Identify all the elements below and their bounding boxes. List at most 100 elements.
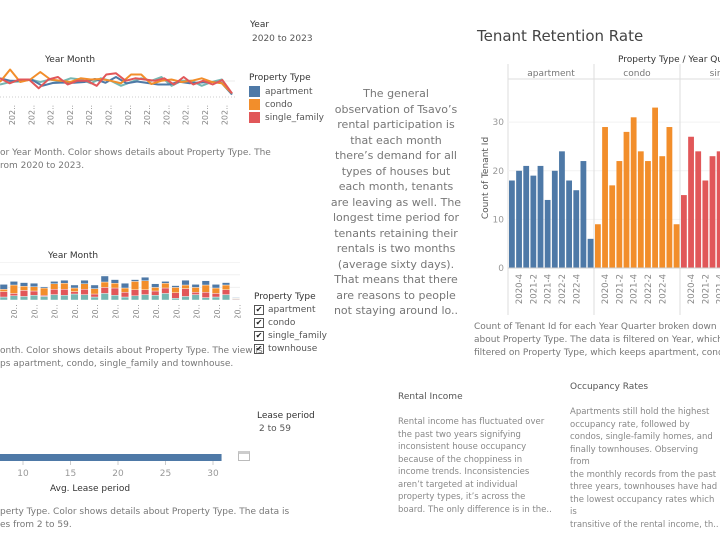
retention-bar-condo[interactable] [673,224,680,268]
bar-segment-townhouse[interactable] [30,295,38,301]
bar-segment-apartment[interactable] [232,297,241,299]
bar-segment-apartment[interactable] [221,282,230,286]
bar-segment-single_family[interactable] [191,292,200,295]
bar-segment-townhouse[interactable] [100,293,109,301]
bar-segment-condo[interactable] [191,287,200,293]
bar-segment-condo[interactable] [80,283,89,290]
bar-segment-townhouse[interactable] [191,294,200,301]
retention-bar-single[interactable] [695,151,702,268]
bar-segment-townhouse[interactable] [90,296,99,301]
bar-segment-condo[interactable] [0,289,8,292]
lease-bar[interactable] [0,454,222,461]
bar-segment-apartment[interactable] [9,281,18,286]
lease-bar-chart[interactable]: 10 15 20 25 30 [0,448,240,482]
bar-segment-single_family[interactable] [131,289,140,296]
retention-bar-condo[interactable] [637,151,644,268]
bar-segment-single_family[interactable] [161,287,170,294]
retention-bar-condo[interactable] [602,127,608,269]
retention-bar-condo[interactable] [645,161,651,268]
retention-bar-condo[interactable] [659,156,666,268]
retention-bar-apartment[interactable] [580,161,587,268]
checkbox[interactable]: ✔ [254,343,264,354]
bar-segment-condo[interactable] [60,283,69,290]
bar-segment-apartment[interactable] [90,284,99,289]
retention-bar-condo[interactable] [630,117,637,268]
bar-segment-single_family[interactable] [80,289,89,295]
bar-segment-condo[interactable] [131,281,140,290]
filter-item-condo[interactable]: ✔ condo [254,316,327,329]
retention-bar-apartment[interactable] [509,180,515,269]
filter-item-townhouse[interactable]: ✔ townhouse [254,342,327,355]
legend-item-condo[interactable]: condo [249,98,324,111]
retention-bar-apartment[interactable] [530,175,537,268]
bar-segment-apartment[interactable] [80,280,89,285]
retention-bar-single[interactable] [702,180,709,269]
bar-segment-apartment[interactable] [201,280,210,286]
bar-segment-condo[interactable] [201,284,210,293]
retention-bar-apartment[interactable] [537,165,544,268]
bar-segment-apartment[interactable] [70,284,79,289]
bar-segment-condo[interactable] [50,283,59,290]
bar-segment-townhouse[interactable] [151,295,160,301]
bar-segment-single_family[interactable] [221,289,230,295]
bar-segment-townhouse[interactable] [171,298,180,301]
bar-segment-townhouse[interactable] [141,294,150,301]
bar-segment-condo[interactable] [30,286,38,292]
bar-segment-townhouse[interactable] [161,293,170,301]
retention-bar-apartment[interactable] [587,238,594,268]
retention-chart[interactable]: Property Type / Year Qua 0 10 20 30Count of … [470,50,720,315]
bar-segment-apartment[interactable] [211,284,220,289]
bar-segment-single_family[interactable] [90,293,99,298]
bar-segment-townhouse[interactable] [20,296,28,301]
bar-segment-condo[interactable] [90,288,99,295]
bar-segment-single_family[interactable] [20,290,28,297]
bar-segment-condo[interactable] [141,280,150,290]
bar-segment-apartment[interactable] [131,279,140,282]
bar-segment-townhouse[interactable] [211,296,220,301]
bar-segment-single_family[interactable] [201,292,210,298]
checkbox[interactable]: ✔ [254,317,264,328]
retention-bar-apartment[interactable] [559,151,565,268]
retention-bar-apartment[interactable] [573,190,580,268]
bar-segment-apartment[interactable] [0,284,8,290]
retention-bar-apartment[interactable] [566,180,572,269]
bar-segment-single_family[interactable] [60,289,69,296]
checkbox[interactable]: ✔ [254,330,264,341]
legend-item-single_family[interactable]: single_family [249,111,324,124]
bar-segment-townhouse[interactable] [181,296,190,301]
bar-segment-single_family[interactable] [181,288,190,297]
bar-segment-single_family[interactable] [120,292,129,298]
bar-segment-townhouse[interactable] [40,296,49,301]
checkbox[interactable]: ✔ [254,304,264,315]
bar-segment-apartment[interactable] [151,283,160,288]
bar-segment-condo[interactable] [221,284,230,291]
bar-segment-condo[interactable] [20,286,28,291]
bar-segment-single_family[interactable] [70,291,79,295]
bar-segment-condo[interactable] [161,283,170,289]
bar-segment-townhouse[interactable] [131,295,140,301]
bar-segment-condo[interactable] [9,284,18,294]
bar-segment-townhouse[interactable] [0,296,8,301]
bar-segment-apartment[interactable] [181,280,190,286]
bar-segment-single_family[interactable] [50,289,59,295]
year-filter-value[interactable]: 2020 to 2023 [252,34,313,44]
retention-bar-condo[interactable] [623,131,630,268]
bar-segment-townhouse[interactable] [221,294,230,301]
line-chart[interactable]: 202.. 202.. 202.. 202.. 202.. 202.. 202.. 202..… [0,62,240,142]
bar-segment-apartment[interactable] [141,276,150,281]
bar-segment-apartment[interactable] [171,285,180,288]
retention-bar-apartment[interactable] [551,170,558,268]
retention-bar-single[interactable] [688,136,694,268]
bar-segment-apartment[interactable] [110,279,119,284]
bar-segment-condo[interactable] [100,281,109,288]
legend-item-apartment[interactable]: apartment [249,85,324,98]
bar-segment-single_family[interactable] [211,293,220,298]
bar-segment-single_family[interactable] [110,287,119,296]
lease-filter-value[interactable]: 2 to 59 [259,424,291,434]
bar-segment-single_family[interactable] [9,293,18,296]
bar-segment-apartment[interactable] [60,280,69,284]
bar-segment-townhouse[interactable] [201,297,210,301]
retention-bar-condo[interactable] [609,185,616,268]
bar-segment-townhouse[interactable] [50,294,59,301]
bar-segment-apartment[interactable] [161,281,170,284]
